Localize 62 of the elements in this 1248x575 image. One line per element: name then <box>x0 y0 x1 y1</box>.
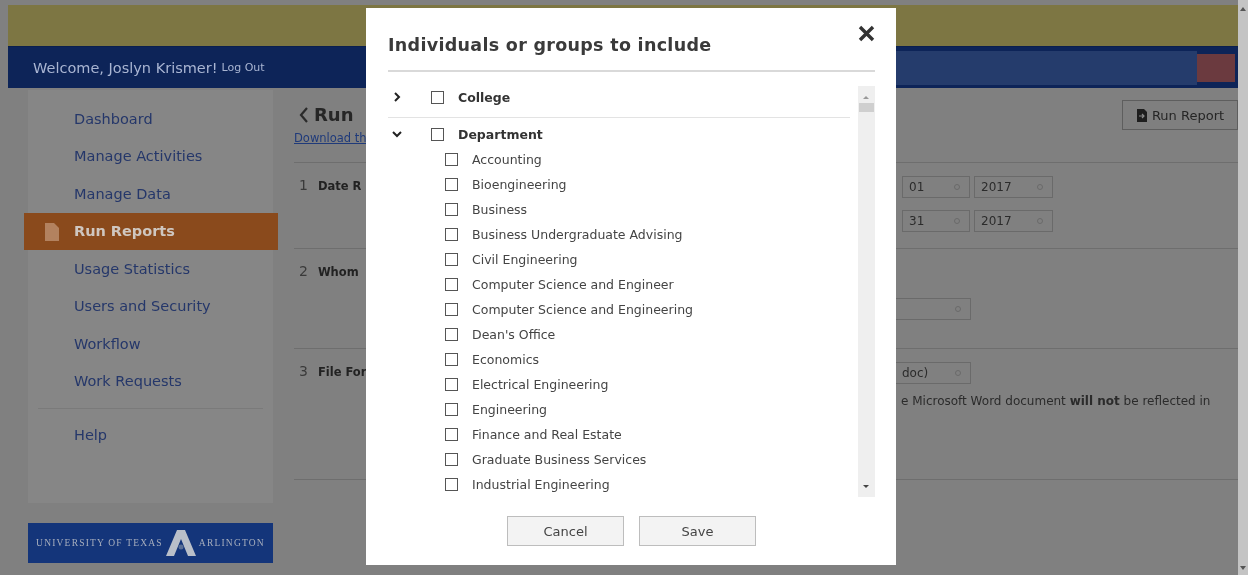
option-label[interactable]: Economics <box>472 352 540 367</box>
checkbox[interactable] <box>445 228 458 241</box>
sidebar-item[interactable]: Run Reports <box>24 212 278 250</box>
option-label[interactable]: Graduate Business Services <box>472 452 647 467</box>
option-label[interactable]: Engineering <box>472 402 547 417</box>
back-chevron-icon[interactable] <box>299 106 309 123</box>
dialog-title: Individuals or groups to include <box>388 35 712 55</box>
dialog-button[interactable]: Cancel <box>507 516 624 546</box>
checkbox[interactable] <box>445 378 458 391</box>
dialog-button[interactable]: Save <box>639 516 756 546</box>
select-field[interactable]: 2017 <box>974 176 1053 198</box>
option-label[interactable]: Bioengineering <box>472 177 567 192</box>
run-report-button[interactable]: Run Report <box>1122 100 1238 130</box>
step-label: File For <box>317 365 367 379</box>
list-scrollbar[interactable] <box>858 86 875 497</box>
step-number: 3 <box>299 363 308 379</box>
checkbox[interactable] <box>445 278 458 291</box>
report-icon <box>1135 108 1148 122</box>
page-title: Run <box>314 104 354 125</box>
option-label[interactable]: Business Undergraduate Advising <box>472 227 683 242</box>
checkbox[interactable] <box>445 478 458 491</box>
option-label[interactable]: Electrical Engineering <box>472 377 609 392</box>
welcome-text: Welcome, Joslyn Krismer! <box>33 59 218 76</box>
checkbox[interactable] <box>431 127 444 141</box>
chevron-right-icon[interactable] <box>392 92 402 102</box>
option-label[interactable]: Business <box>472 202 528 217</box>
option-label[interactable]: Dean's Office <box>472 327 556 342</box>
option-label[interactable]: Finance and Real Estate <box>472 427 622 442</box>
checkbox[interactable] <box>445 453 458 466</box>
checkbox[interactable] <box>445 353 458 366</box>
category-label[interactable]: Department <box>458 126 543 142</box>
step-label: Whom <box>317 265 359 279</box>
page-scrollbar[interactable] <box>1238 0 1248 575</box>
close-icon[interactable] <box>858 25 875 42</box>
checkbox[interactable] <box>445 303 458 316</box>
select-field[interactable]: 31 <box>902 210 970 232</box>
option-label[interactable]: Accounting <box>472 152 542 167</box>
logo-mark-icon <box>165 530 196 556</box>
logout-link[interactable]: Log Out <box>221 61 265 74</box>
chevron-down-icon[interactable] <box>392 129 402 139</box>
note-text: e Microsoft Word document will not be reflected in <box>901 394 1212 408</box>
checkbox[interactable] <box>445 253 458 266</box>
checkbox[interactable] <box>445 178 458 191</box>
step-number: 2 <box>299 263 308 279</box>
select-field[interactable]: 01 <box>902 176 970 198</box>
logo-text: ARLINGTON <box>198 538 265 548</box>
option-label[interactable]: Civil Engineering <box>472 252 578 267</box>
checkbox[interactable] <box>445 428 458 441</box>
document-icon <box>45 222 59 241</box>
checkbox[interactable] <box>445 403 458 416</box>
step-number: 1 <box>299 177 308 193</box>
option-label[interactable]: Industrial Engineering <box>472 477 610 492</box>
option-label[interactable]: Computer Science and Engineering <box>472 302 694 317</box>
option-label[interactable]: Computer Science and Engineer <box>472 277 674 292</box>
step-label: Date R <box>317 179 362 193</box>
checkbox[interactable] <box>445 203 458 216</box>
logo-text: UNIVERSITY OF TEXAS <box>36 538 163 548</box>
category-label[interactable]: College <box>458 89 511 105</box>
checkbox[interactable] <box>445 153 458 166</box>
checkbox[interactable] <box>445 328 458 341</box>
checkbox[interactable] <box>431 90 444 104</box>
select-field[interactable]: 2017 <box>974 210 1053 232</box>
